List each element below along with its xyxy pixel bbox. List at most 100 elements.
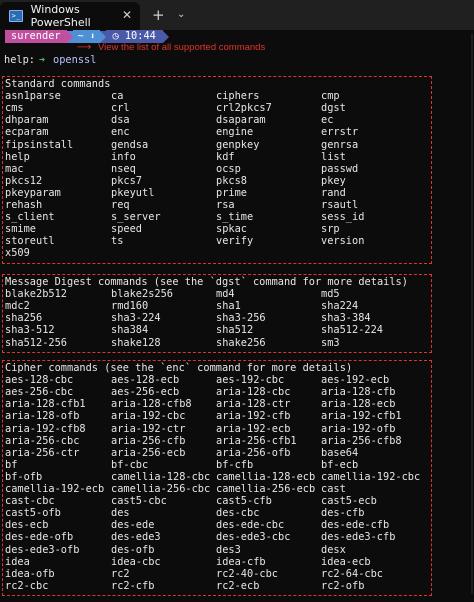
command-name: sha3-384	[321, 312, 371, 325]
command-name: rc2-ofb	[321, 579, 365, 592]
command-name: aria-256-cbc	[5, 434, 80, 447]
close-tab-icon[interactable]: ✕	[122, 8, 132, 22]
command-name: bf	[5, 458, 18, 471]
command-name: ciphers	[216, 90, 260, 103]
command-name: blake2s256	[111, 288, 173, 301]
command-name: shake128	[111, 336, 161, 349]
command-name: enc	[111, 126, 130, 139]
command-name: des3	[216, 543, 241, 556]
section-header: Message Digest commands (see the `dgst` …	[5, 276, 408, 288]
command-name: aria-128-ecb	[321, 398, 396, 411]
command-name: idea-ecb	[321, 555, 371, 568]
command-name: md4	[216, 288, 235, 301]
scrollbar[interactable]	[471, 34, 473, 594]
command-name: req	[111, 199, 130, 211]
command-name: aria-256-cfb	[111, 434, 186, 447]
command-name: bf-ofb	[5, 470, 43, 483]
new-tab-button[interactable]: +	[152, 6, 165, 24]
command-name: rc2-40-cbc	[216, 567, 278, 580]
chevron-down-icon[interactable]: ⌄	[177, 9, 185, 20]
command-name: s_time	[216, 211, 254, 224]
command-name: des-ede-ofb	[5, 531, 74, 544]
command-name: aria-192-cfb8	[5, 422, 86, 435]
annotation-arrow-icon: ⟶	[77, 42, 92, 53]
command-name: camellia-256-cbc	[111, 483, 211, 495]
command-name: aria-128-cfb8	[111, 398, 192, 411]
command-name: des-ede-cfb	[321, 519, 390, 532]
command-name: cms	[5, 102, 24, 115]
command-name: desx	[321, 543, 346, 556]
command-name: aes-192-ecb	[321, 374, 390, 387]
command-name: list	[321, 150, 346, 163]
command-name: aria-128-cfb	[321, 386, 396, 399]
command-name: sha3-256	[216, 312, 266, 325]
command-name: cast5-ecb	[321, 495, 377, 508]
command-name: s_server	[111, 211, 161, 224]
command-name: idea-ofb	[5, 567, 55, 580]
command-name: info	[111, 150, 136, 163]
command-name: des-ede	[111, 519, 155, 532]
command-name: base64	[321, 446, 359, 459]
command-name: cast-cbc	[5, 495, 55, 508]
command-name: sha3-512	[5, 324, 55, 337]
command-name: des-ede-cbc	[216, 519, 285, 532]
clock-icon: ◷	[112, 30, 119, 42]
command-name: idea-cfb	[216, 555, 266, 568]
command-name: gendsa	[111, 138, 149, 151]
command-name: bf-ecb	[321, 458, 359, 471]
command-name: pkcs12	[5, 174, 43, 187]
command-name: mac	[5, 162, 24, 175]
prompt-arrow-icon: ➜	[38, 54, 46, 66]
command-name: ts	[111, 235, 124, 248]
command-name: srp	[321, 223, 340, 236]
command-name: dsa	[111, 114, 130, 127]
powershell-icon: >_	[9, 10, 23, 22]
command-name: storeutl	[5, 235, 55, 248]
command-name: aria-256-ecb	[111, 446, 186, 459]
command-name: des-cfb	[321, 507, 365, 520]
terminal-output[interactable]: surender ~ ⬇ ◷ 10:44 ➜ openssl ⟶ View the…	[0, 30, 474, 602]
section-header: Cipher commands (see the `enc` command f…	[5, 362, 353, 374]
command-name: aria-128-cfb1	[5, 398, 86, 411]
command-name: cast	[321, 483, 346, 495]
command-name: pkeyutl	[111, 186, 155, 199]
command-name: speed	[111, 223, 142, 236]
command-name: sha1	[216, 300, 241, 313]
command-name: bf-cfb	[216, 458, 254, 471]
command-name: errstr	[321, 126, 359, 139]
command-name: aes-192-cbc	[216, 374, 285, 387]
command-name: rand	[321, 186, 346, 199]
command-name: cast5-cbc	[111, 495, 167, 508]
command-name: rsa	[216, 199, 235, 211]
command-name: aria-128-cbc	[216, 386, 291, 399]
command-name: nseq	[111, 162, 136, 175]
command-name: mdc2	[5, 300, 30, 313]
command-name: smime	[5, 223, 36, 236]
command-name: pkcs8	[216, 174, 247, 187]
command-name: rehash	[5, 199, 43, 211]
help-label: help:	[4, 54, 35, 66]
command-name: version	[321, 235, 365, 248]
section-header: Standard commands	[5, 78, 111, 90]
command-name: camellia-192-cbc	[321, 470, 421, 483]
command-name: sha256	[5, 312, 43, 325]
tab-windows-powershell[interactable]: >_ Windows PowerShell ✕	[0, 2, 140, 30]
command-name: rsautl	[321, 199, 359, 211]
command-name: cast5-ofb	[5, 507, 61, 520]
command-name: crl2pkcs7	[216, 102, 272, 115]
command-name: aria-256-ofb	[216, 446, 291, 459]
command-name: md5	[321, 288, 340, 301]
command-name: aria-192-cbc	[111, 410, 186, 423]
command-name: camellia-128-cbc	[111, 470, 211, 483]
command-name: aria-256-ctr	[5, 446, 80, 459]
command-name: genpkey	[216, 138, 260, 151]
command-name: camellia-192-ecb	[5, 483, 105, 495]
command-name: aes-256-ecb	[111, 386, 180, 399]
command-name: sess_id	[321, 211, 365, 224]
command-name: dsaparam	[216, 114, 266, 127]
command-name: sha384	[111, 324, 149, 337]
command-name: x509	[5, 247, 30, 260]
command-name: spkac	[216, 223, 247, 236]
command-name: des-ede3-cbc	[216, 531, 291, 544]
command-name: des-cbc	[216, 507, 260, 520]
